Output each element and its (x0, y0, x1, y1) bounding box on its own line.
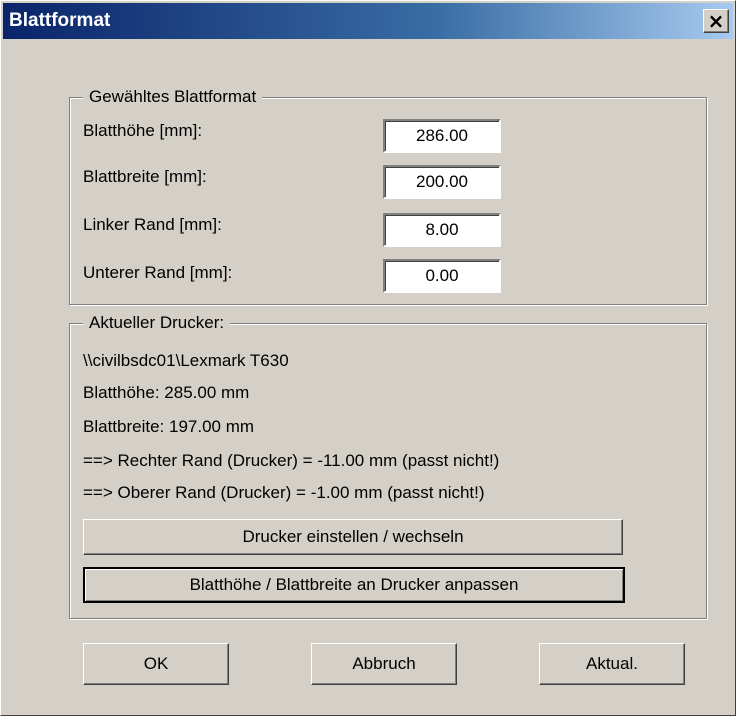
sheet-height-input[interactable] (383, 119, 501, 153)
left-margin-label: Linker Rand [mm]: (83, 215, 222, 234)
group-legend: Aktueller Drucker: (83, 313, 231, 333)
window-title: Blattformat (9, 10, 111, 31)
sheet-width-input[interactable] (383, 165, 501, 199)
blattformat-dialog: Blattformat × Gewähltes Blattformat Blat… (0, 0, 736, 716)
group-legend: Gewähltes Blattformat (83, 87, 263, 107)
refresh-button[interactable]: Aktual. (539, 643, 685, 685)
selected-format-group: Gewähltes Blattformat Blatthöhe [mm]: Bl… (69, 87, 707, 305)
top-margin-warning: ==> Oberer Rand (Drucker) = -1.00 mm (pa… (83, 483, 485, 502)
left-margin-input[interactable] (383, 213, 501, 247)
fit-to-printer-button[interactable]: Blatthöhe / Blattbreite an Drucker anpas… (83, 567, 625, 603)
title-bar[interactable]: Blattformat × (3, 3, 733, 39)
right-margin-warning: ==> Rechter Rand (Drucker) = -11.00 mm (… (83, 451, 500, 470)
sheet-width-label: Blattbreite [mm]: (83, 167, 207, 186)
ok-button[interactable]: OK (83, 643, 229, 685)
current-printer-group: Aktueller Drucker: \\civilbsdc01\Lexmark… (69, 313, 707, 619)
printer-sheet-width: Blattbreite: 197.00 mm (83, 417, 255, 436)
close-icon: × (707, 9, 725, 33)
close-button[interactable]: × (703, 9, 729, 33)
printer-setup-button[interactable]: Drucker einstellen / wechseln (83, 519, 623, 555)
printer-sheet-height: Blatthöhe: 285.00 mm (83, 383, 250, 402)
bottom-margin-input[interactable] (383, 259, 501, 293)
printer-path: \\civilbsdc01\Lexmark T630 (83, 351, 289, 370)
bottom-margin-label: Unterer Rand [mm]: (83, 263, 233, 282)
sheet-height-label: Blatthöhe [mm]: (83, 121, 203, 140)
cancel-button[interactable]: Abbruch (311, 643, 457, 685)
